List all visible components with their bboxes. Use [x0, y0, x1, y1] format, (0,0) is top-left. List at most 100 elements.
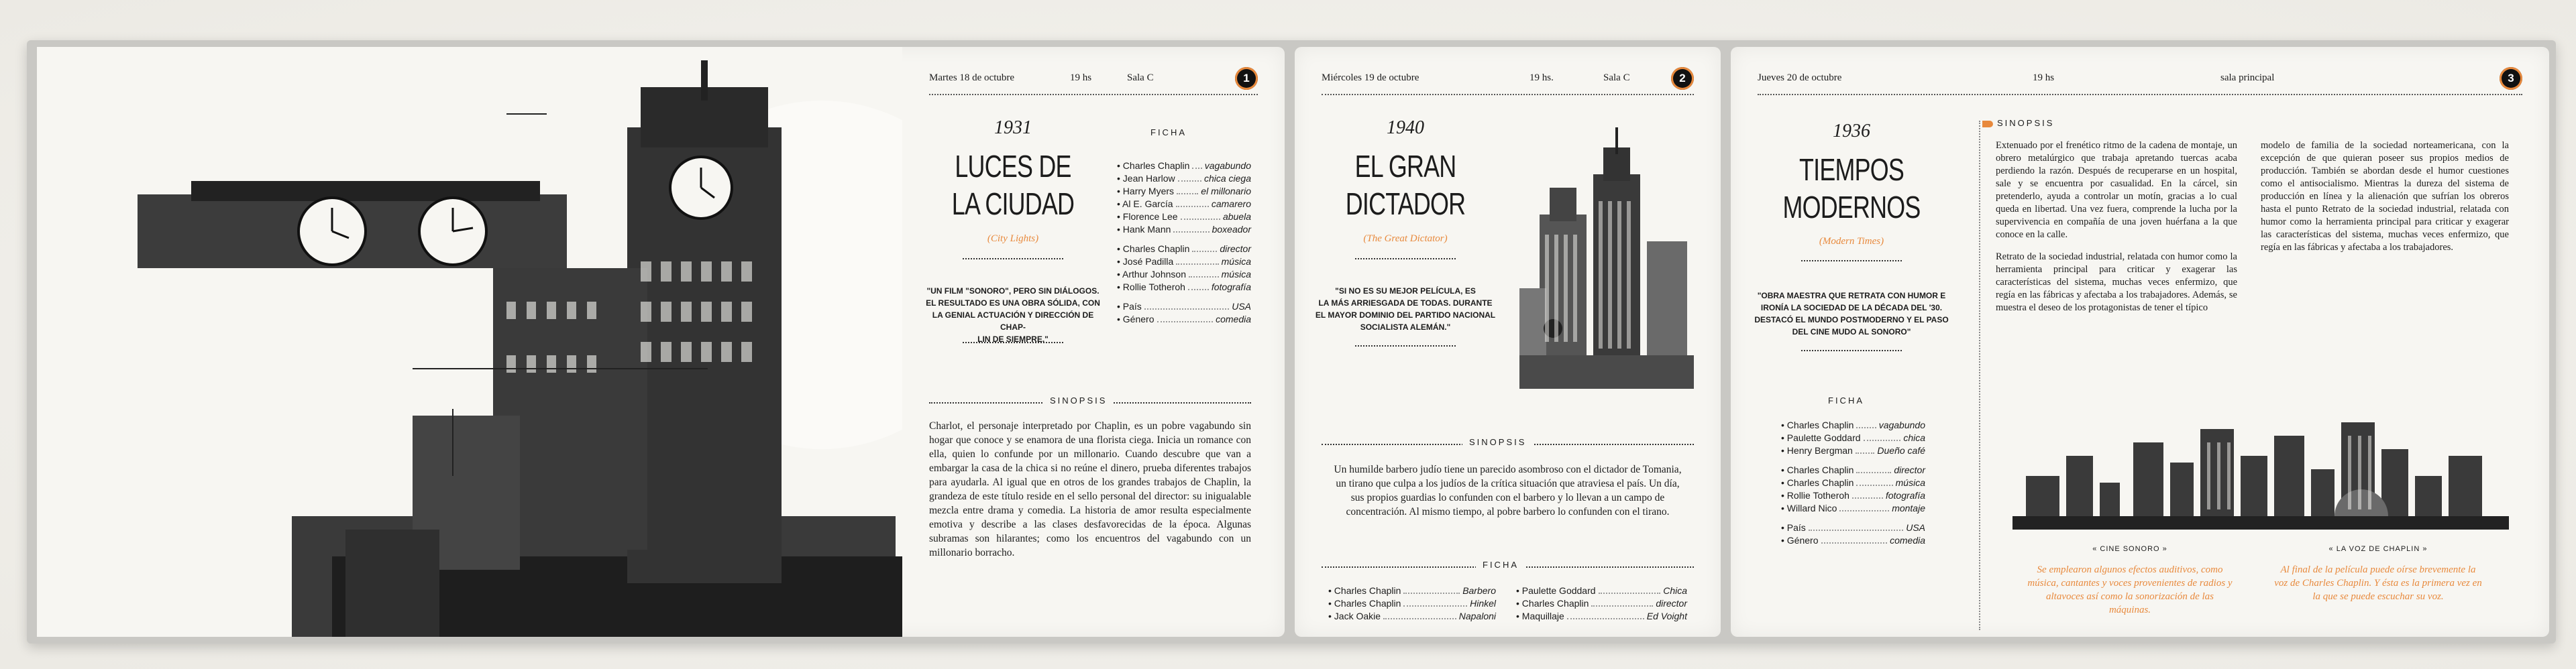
quote-line: LIN DE SIEMPRE."	[977, 334, 1049, 344]
caption-voice: « LA VOZ DE CHAPLIN »	[2328, 545, 2428, 553]
badge-number: 3	[2500, 67, 2522, 90]
quote-line: SOCIALISTA ALEMÁN."	[1360, 322, 1451, 332]
panel-2-header: Miércoles 19 de octubre 19 hs. Sala C 2	[1322, 67, 1694, 95]
film-title-line-1: LUCES DE	[955, 149, 1071, 184]
note-voice: Al final de la película puede oírse brev…	[2274, 564, 2482, 602]
info-row: PaísUSA	[1117, 300, 1251, 313]
credits-list: Charles Chaplinvagabundo Jean Harlowchic…	[1117, 160, 1251, 326]
cast-row: Harry Myersel millonario	[1117, 185, 1251, 198]
ficha-label: FICHA	[1476, 560, 1525, 570]
credits-list: Charles Chaplinvagabundo Paulette Goddar…	[1781, 419, 1925, 547]
press-quote: "UN FILM "SONORO", PERO SIN DIÁLOGOS. EL…	[922, 285, 1104, 345]
badge-number: 1	[1235, 67, 1258, 90]
cast-row: MaquillajeEd Voight	[1516, 610, 1687, 623]
date: Jueves 20 de octubre	[1758, 72, 1842, 83]
original-title: (City Lights)	[987, 233, 1039, 244]
cast-row: Jean Harlowchica ciega	[1117, 172, 1251, 185]
date: Miércoles 19 de octubre	[1322, 72, 1419, 83]
original-title: (Modern Times)	[1819, 236, 1884, 247]
quote-line: "SI NO ES SU MEJOR PELÍCULA, ES	[1335, 286, 1476, 296]
cast-row: Henry BergmanDueño café	[1781, 444, 1925, 457]
crew-row: José Padillamúsica	[1117, 255, 1251, 268]
press-quote: "SI NO ES SU MEJOR PELÍCULA, ES LA MÁS A…	[1308, 285, 1503, 333]
cast-row: Florence Leeabuela	[1117, 210, 1251, 223]
year: 1931	[994, 117, 1032, 138]
quote-line: LA GENIAL ACTUACIÓN Y DIRECCIÓN DE CHAP-	[932, 310, 1094, 332]
sinopsis-col-2: modelo de familia de la sociedad norteam…	[2261, 140, 2509, 253]
divider	[1801, 350, 1902, 351]
skyscraper-illustration	[1519, 127, 1694, 389]
sinopsis-label: SINOPSIS	[1982, 118, 2054, 128]
crew-row: Charles Chaplindirector	[1117, 243, 1251, 255]
divider	[1355, 345, 1456, 347]
credits-list-left: Charles ChaplinBarbero Charles ChaplinHi…	[1328, 585, 1496, 623]
cast-row: Al E. Garcíacamarero	[1117, 198, 1251, 210]
cast-row: Charles Chaplinvagabundo	[1117, 160, 1251, 172]
ficha-label: FICHA	[1821, 396, 1871, 406]
cast-row: Charles Chaplinvagabundo	[1781, 419, 1925, 432]
info-row: PaísUSA	[1781, 522, 1925, 534]
time: 19 hs	[1070, 72, 1092, 83]
info-row: Génerocomedia	[1117, 313, 1251, 326]
quote-line: DEL CINE MUDO AL SONORO"	[1792, 327, 1911, 337]
divider	[963, 258, 1063, 259]
date: Martes 18 de octubre	[929, 72, 1015, 83]
year: 1940	[1387, 117, 1424, 138]
cast-row: Charles Chaplindirector	[1516, 597, 1687, 610]
time: 19 hs.	[1529, 72, 1554, 83]
badge-number: 2	[1671, 67, 1694, 90]
credits-list-right: Paulette GoddardChica Charles Chaplindir…	[1516, 585, 1687, 623]
cast-row: Charles ChaplinBarbero	[1328, 585, 1496, 597]
time: 19 hs	[2033, 72, 2055, 83]
film-title: EL GRAN DICTADOR	[1330, 147, 1481, 223]
building-illustration	[37, 47, 902, 637]
film-title: LUCES DE LA CIUDAD	[943, 147, 1084, 223]
crew-row: Charles Chaplindirector	[1781, 464, 1925, 477]
year: 1936	[1833, 121, 1870, 141]
original-title: (The Great Dictator)	[1363, 233, 1448, 244]
crew-row: Willard Nicomontaje	[1781, 502, 1925, 515]
quote-line: "OBRA MAESTRA QUE RETRATA CON HUMOR E	[1757, 291, 1946, 300]
room: Sala C	[1603, 72, 1630, 83]
sinopsis-label: SINOPSIS	[1462, 437, 1534, 447]
sinopsis-paragraph: Retrato de la sociedad industrial, relat…	[1996, 251, 2237, 313]
crew-row: Rollie Totherohfotografía	[1781, 489, 1925, 502]
quote-line: IRONÍA LA SOCIEDAD DE LA DÉCADA DEL '30.	[1760, 303, 1943, 312]
sinopsis-paragraph: Extenuado por el frenético ritmo de la c…	[1996, 140, 2237, 240]
info-row: Génerocomedia	[1781, 534, 1925, 547]
panel-1: Martes 18 de octubre 19 hs Sala C 1 1931…	[37, 47, 1285, 637]
quote-line: EL MAYOR DOMINIO DEL PARTIDO NACIONAL	[1315, 310, 1496, 320]
film-title-line-2: LA CIUDAD	[951, 186, 1075, 221]
quote-line: LA MÁS ARRIESGADA DE TODAS. DURANTE	[1318, 298, 1493, 308]
column-divider	[1979, 121, 1980, 630]
film-title-line-2: MODERNOS	[1782, 190, 1921, 225]
caption-sound: « CINE SONORO »	[2092, 545, 2167, 553]
ficha-label: FICHA	[1144, 127, 1193, 137]
quote-line: "UN FILM "SONORO", PERO SIN DIÁLOGOS.	[926, 286, 1099, 296]
sinopsis-text: Un humilde barbero judío tiene un pareci…	[1334, 464, 1682, 518]
factory-skyline-illustration	[2012, 416, 2509, 530]
divider	[1801, 260, 1902, 261]
cast-row: Hank Mannboxeador	[1117, 223, 1251, 236]
room: sala principal	[2220, 72, 2275, 83]
quote-line: EL RESULTADO ES UNA OBRA SÓLIDA, CON	[926, 298, 1100, 308]
note-sound: Se emplearon algunos efectos auditivos, …	[2027, 564, 2233, 615]
cast-row: Jack OakieNapaloni	[1328, 610, 1496, 623]
film-title-line-2: DICTADOR	[1345, 186, 1466, 221]
panel-2: Miércoles 19 de octubre 19 hs. Sala C 2 …	[1295, 47, 1721, 637]
arrow-marker-icon	[1982, 120, 1993, 127]
crew-row: Charles Chaplinmúsica	[1781, 477, 1925, 489]
divider	[1355, 258, 1456, 259]
sinopsis-label: SINOPSIS	[1043, 396, 1114, 406]
panel-3: Jueves 20 de octubre 19 hs sala principa…	[1731, 47, 2549, 637]
sinopsis-label-text: SINOPSIS	[1997, 118, 2055, 128]
press-quote: "OBRA MAESTRA QUE RETRATA CON HUMOR E IR…	[1748, 290, 1955, 338]
cast-row: Paulette Goddardchica	[1781, 432, 1925, 444]
quote-line: DESTACÓ EL MUNDO POSTMODERNO Y EL PASO	[1754, 315, 1949, 324]
cast-row: Paulette GoddardChica	[1516, 585, 1687, 597]
crew-row: Arthur Johnsonmúsica	[1117, 268, 1251, 281]
sinopsis-text: Charlot, el personaje interpretado por C…	[929, 420, 1251, 558]
divider	[963, 342, 1063, 343]
room: Sala C	[1127, 72, 1154, 83]
film-title-line-1: EL GRAN	[1354, 149, 1457, 184]
